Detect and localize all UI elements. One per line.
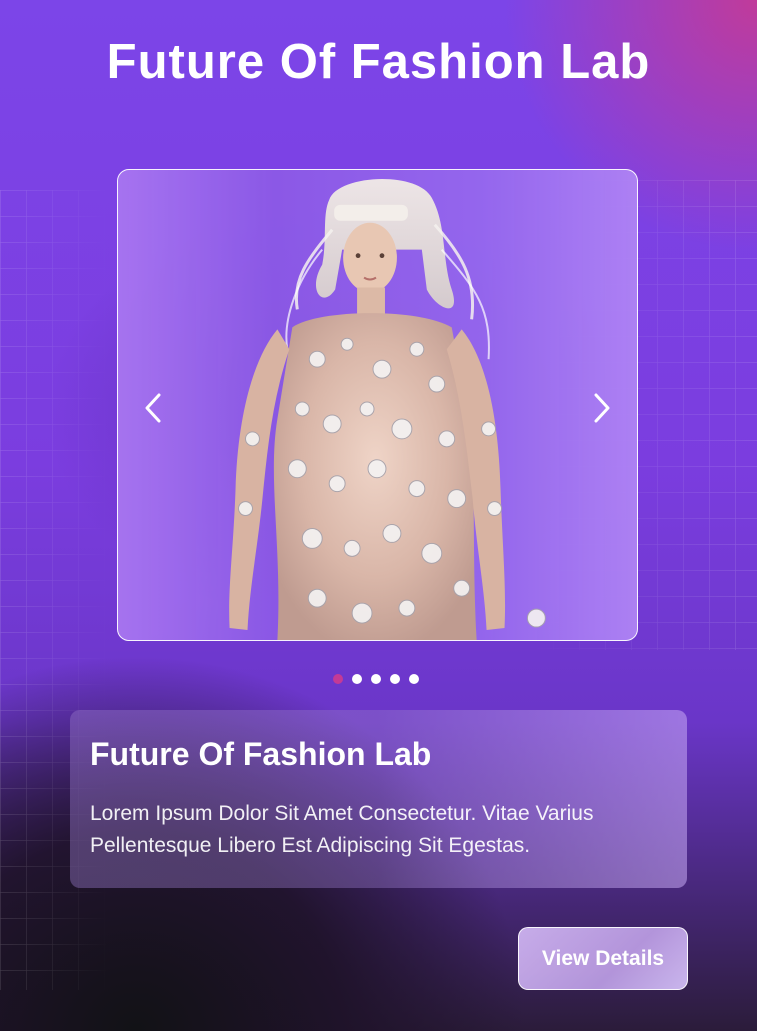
page-title: Future Of Fashion Lab bbox=[106, 35, 651, 89]
fashion-carousel[interactable] bbox=[117, 169, 638, 641]
carousel-dot-4[interactable] bbox=[390, 674, 400, 684]
info-card: Future Of Fashion Lab Lorem Ipsum Dolor … bbox=[70, 710, 687, 888]
carousel-prev-button[interactable] bbox=[135, 390, 171, 426]
chevron-left-icon bbox=[145, 393, 161, 423]
model-image bbox=[229, 179, 546, 640]
info-description: Lorem Ipsum Dolor Sit Amet Consectetur. … bbox=[90, 802, 594, 857]
chevron-right-icon bbox=[594, 393, 610, 423]
carousel-pagination bbox=[333, 674, 419, 684]
carousel-dot-1[interactable] bbox=[333, 674, 343, 684]
view-details-button[interactable]: View Details bbox=[518, 927, 688, 990]
carousel-dot-3[interactable] bbox=[371, 674, 381, 684]
carousel-dot-5[interactable] bbox=[409, 674, 419, 684]
carousel-dot-2[interactable] bbox=[352, 674, 362, 684]
info-title: Future Of Fashion Lab bbox=[90, 736, 432, 772]
carousel-next-button[interactable] bbox=[584, 390, 620, 426]
